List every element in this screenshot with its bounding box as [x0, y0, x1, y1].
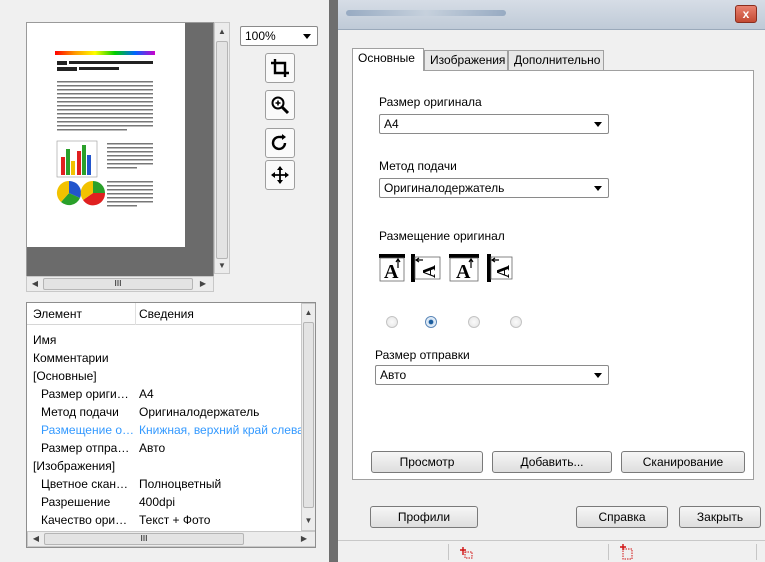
table-row[interactable]: Метод подачи Оригиналодержатель	[27, 403, 301, 421]
scroll-left-icon[interactable]: ◀	[29, 277, 41, 291]
send-size-value: Авто	[380, 368, 407, 382]
original-size-value: A4	[384, 117, 399, 131]
status-separator	[448, 544, 449, 560]
table-row[interactable]: Размер отпра… Авто	[27, 439, 301, 457]
table-row[interactable]: [Изображения]	[27, 457, 301, 475]
feed-method-value: Оригиналодержатель	[384, 181, 505, 195]
portrait-top-up-alt-icon[interactable]: A	[449, 254, 479, 282]
table-header: Элемент Сведения	[27, 303, 301, 325]
scroll-thumb[interactable]: III	[44, 533, 244, 545]
preview-area	[26, 22, 214, 280]
column-header-element[interactable]: Элемент	[33, 307, 82, 321]
feed-method-select[interactable]: Оригиналодержатель	[379, 178, 609, 198]
zoom-in-icon	[271, 96, 290, 115]
title-bar[interactable]: x	[338, 0, 765, 30]
svg-text:A: A	[419, 265, 439, 278]
zoom-in-button[interactable]	[265, 90, 295, 120]
add-button[interactable]: Добавить...	[492, 451, 612, 473]
move-button[interactable]	[265, 160, 295, 190]
original-size-select[interactable]: A4	[379, 114, 609, 134]
column-header-details[interactable]: Сведения	[139, 307, 194, 321]
scroll-down-icon[interactable]: ▼	[216, 259, 228, 273]
table-row[interactable]: [Основные]	[27, 367, 301, 385]
chevron-down-icon	[594, 122, 602, 127]
orientation-radio-3[interactable]	[468, 316, 480, 328]
scroll-right-icon[interactable]: ▶	[298, 532, 310, 546]
status-separator	[608, 544, 609, 560]
help-button[interactable]: Справка	[576, 506, 668, 528]
status-separator	[756, 544, 757, 560]
table-horizontal-scrollbar[interactable]: ◀ III ▶	[27, 531, 315, 547]
table-row-highlighted[interactable]: Размещение о… Книжная, верхний край слева	[27, 421, 304, 439]
zoom-select[interactable]: 100%	[240, 26, 318, 46]
scroll-grip: III	[114, 279, 122, 288]
page-marker-icon	[620, 544, 633, 560]
chevron-down-icon	[594, 373, 602, 378]
tab-basic[interactable]: Основные	[352, 48, 424, 71]
page-thumbnail	[27, 23, 185, 247]
scroll-grip: III	[140, 534, 148, 543]
info-table: Элемент Сведения Имя Комментарии [Основн…	[26, 302, 316, 548]
chevron-down-icon	[303, 34, 311, 39]
table-row[interactable]: Имя	[27, 331, 301, 349]
pane-splitter[interactable]	[329, 0, 338, 562]
svg-text:A: A	[456, 261, 471, 282]
close-button[interactable]: Закрыть	[679, 506, 761, 528]
table-row[interactable]: Разрешение 400dpi	[27, 493, 301, 511]
title-text-blurred	[346, 10, 506, 16]
send-size-select[interactable]: Авто	[375, 365, 609, 385]
move-icon	[271, 166, 289, 184]
scroll-up-icon[interactable]: ▲	[216, 25, 228, 39]
preview-vertical-scrollbar[interactable]: ▲ ▼	[214, 22, 230, 274]
scroll-down-icon[interactable]: ▼	[303, 514, 314, 528]
table-row[interactable]: Комментарии	[27, 349, 301, 367]
table-row[interactable]: Качество ори… Текст + Фото	[27, 511, 301, 529]
add-marker-icon	[460, 547, 473, 559]
scroll-thumb[interactable]	[216, 41, 228, 259]
scroll-right-icon[interactable]: ▶	[197, 277, 209, 291]
status-bar	[338, 540, 765, 562]
placement-label: Размещение оригинал	[379, 229, 505, 243]
landscape-top-left-icon[interactable]: A	[411, 254, 441, 282]
thumbnail-content	[55, 51, 155, 207]
scan-button[interactable]: Сканирование	[621, 451, 745, 473]
close-icon: x	[742, 7, 750, 21]
orientation-radio-4[interactable]	[510, 316, 522, 328]
tab-images[interactable]: Изображения	[424, 50, 508, 70]
preview-horizontal-scrollbar[interactable]: ◀ III ▶	[26, 276, 214, 292]
rotate-button[interactable]	[265, 128, 295, 158]
svg-text:A: A	[493, 265, 513, 278]
tab-advanced[interactable]: Дополнительно	[508, 50, 604, 70]
table-row[interactable]: Размер ориги… A4	[27, 385, 301, 403]
orientation-radio-2[interactable]	[425, 316, 437, 328]
column-divider[interactable]	[135, 303, 136, 325]
landscape-top-right-icon[interactable]: A	[487, 254, 513, 282]
scroll-up-icon[interactable]: ▲	[303, 306, 314, 320]
send-size-label: Размер отправки	[375, 348, 470, 362]
tab-panel-basic: Размер оригинала A4 Метод подачи Оригина…	[352, 70, 754, 480]
profiles-button[interactable]: Профили	[370, 506, 478, 528]
scroll-thumb[interactable]: III	[43, 278, 193, 290]
zoom-value: 100%	[245, 29, 276, 43]
crop-icon	[271, 59, 289, 77]
window-close-button[interactable]: x	[735, 5, 757, 23]
scroll-left-icon[interactable]: ◀	[30, 532, 42, 546]
original-size-label: Размер оригинала	[379, 95, 482, 109]
table-row[interactable]: Цветное скан… Полноцветный	[27, 475, 301, 493]
scan-settings-dialog: x Основные Изображения Дополнительно Раз…	[338, 0, 765, 562]
scroll-thumb[interactable]	[303, 322, 314, 508]
crop-button[interactable]	[265, 53, 295, 83]
feed-method-label: Метод подачи	[379, 159, 457, 173]
preview-button[interactable]: Просмотр	[371, 451, 483, 473]
table-vertical-scrollbar[interactable]: ▲ ▼	[301, 303, 315, 531]
rotate-icon	[271, 134, 287, 151]
svg-text:A: A	[384, 261, 399, 282]
orientation-radio-1[interactable]	[386, 316, 398, 328]
chevron-down-icon	[594, 186, 602, 191]
portrait-top-up-icon[interactable]: A	[379, 254, 405, 282]
